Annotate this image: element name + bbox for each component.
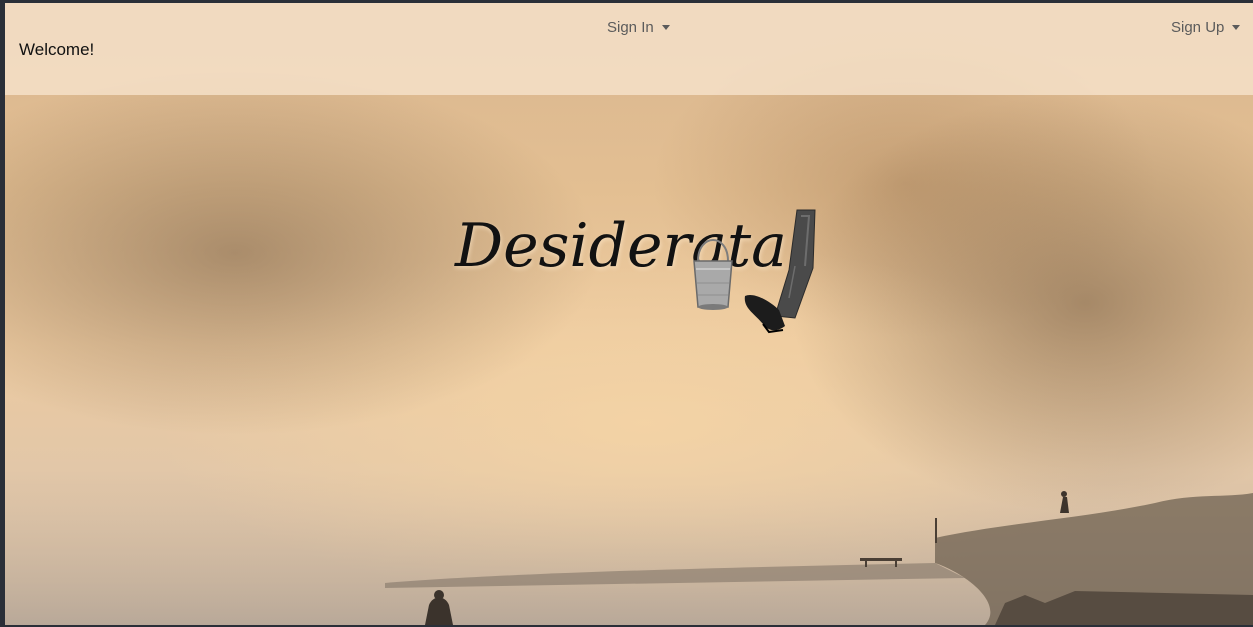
brand-welcome[interactable]: Welcome! [19, 40, 94, 60]
sign-up-label: Sign Up [1171, 19, 1225, 36]
bucket-icon [693, 239, 733, 310]
caret-down-icon [1232, 25, 1241, 30]
sign-up-dropdown[interactable]: Sign Up [1171, 19, 1241, 36]
kicking-leg-icon [744, 209, 816, 334]
navbar: Welcome! Sign In Sign Up [5, 3, 1253, 95]
page-frame: Welcome! Sign In Sign Up Desiderata [5, 3, 1253, 625]
sign-in-label: Sign In [607, 19, 654, 36]
caret-down-icon [661, 25, 670, 30]
misty-landscape [5, 483, 1253, 625]
sign-in-dropdown[interactable]: Sign In [607, 19, 670, 36]
